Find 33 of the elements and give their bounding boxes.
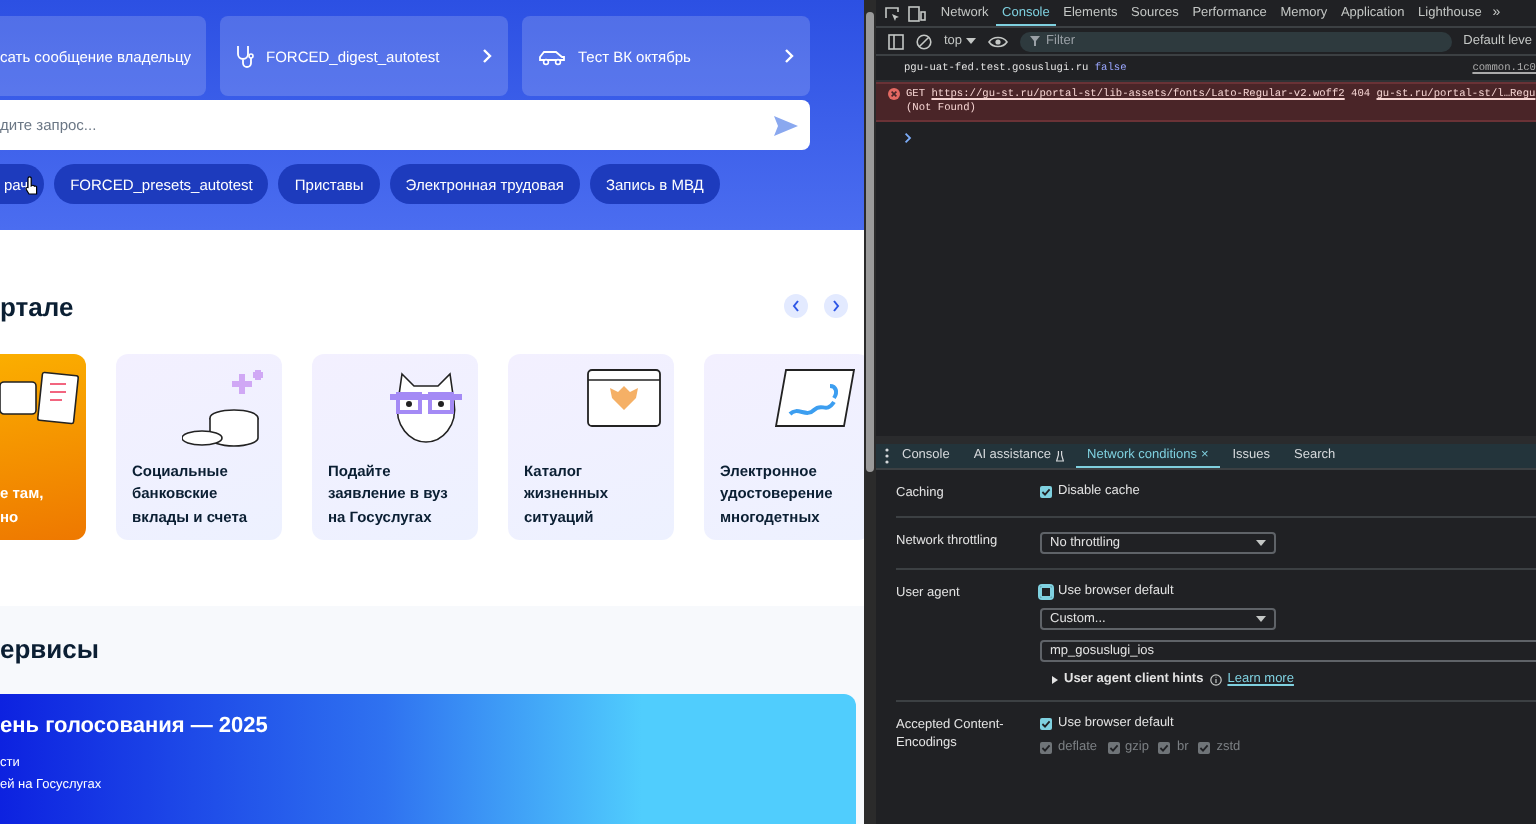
- section-heading: ервисы: [0, 634, 101, 666]
- hand-cursor-icon: [24, 176, 40, 196]
- kebab-menu-icon[interactable]: [884, 448, 890, 464]
- sidebar-icon[interactable]: [888, 33, 904, 49]
- browser-emblem-drawing: [586, 366, 662, 430]
- car-icon: [538, 47, 566, 65]
- section-heading: ртале: [0, 291, 76, 321]
- error-icon: [888, 88, 900, 100]
- cat-glasses-drawing: [386, 366, 466, 446]
- eye-icon[interactable]: [988, 35, 1009, 47]
- tablet-wave-drawing: [774, 366, 858, 430]
- filter-icon: [1030, 36, 1041, 46]
- device-toolbar-icon[interactable]: [908, 5, 926, 21]
- caret-icon: [1256, 616, 1266, 622]
- scrollbar-thumb[interactable]: [866, 12, 874, 472]
- clear-icon[interactable]: [916, 33, 932, 49]
- flask-icon: [1055, 449, 1064, 461]
- next-button[interactable]: [824, 294, 848, 318]
- chevron-right-icon: [832, 300, 840, 312]
- caret-icon: [966, 38, 977, 44]
- inspect-icon[interactable]: [884, 5, 900, 21]
- banner-title: ень голосования — 2025: [0, 714, 270, 738]
- chevron-left-icon: [792, 300, 800, 312]
- previous-button[interactable]: [784, 294, 808, 318]
- checkbox[interactable]: [1040, 717, 1052, 729]
- info-icon: [1209, 673, 1222, 685]
- caret-icon: [1256, 540, 1266, 546]
- prompt-chevron-icon: [904, 132, 912, 144]
- expand-triangle-icon[interactable]: [1052, 675, 1058, 683]
- chevron-right-icon: [482, 48, 492, 64]
- checkbox[interactable]: [1040, 485, 1052, 497]
- stethoscope-icon: [236, 44, 254, 68]
- chevron-right-icon: [784, 48, 794, 64]
